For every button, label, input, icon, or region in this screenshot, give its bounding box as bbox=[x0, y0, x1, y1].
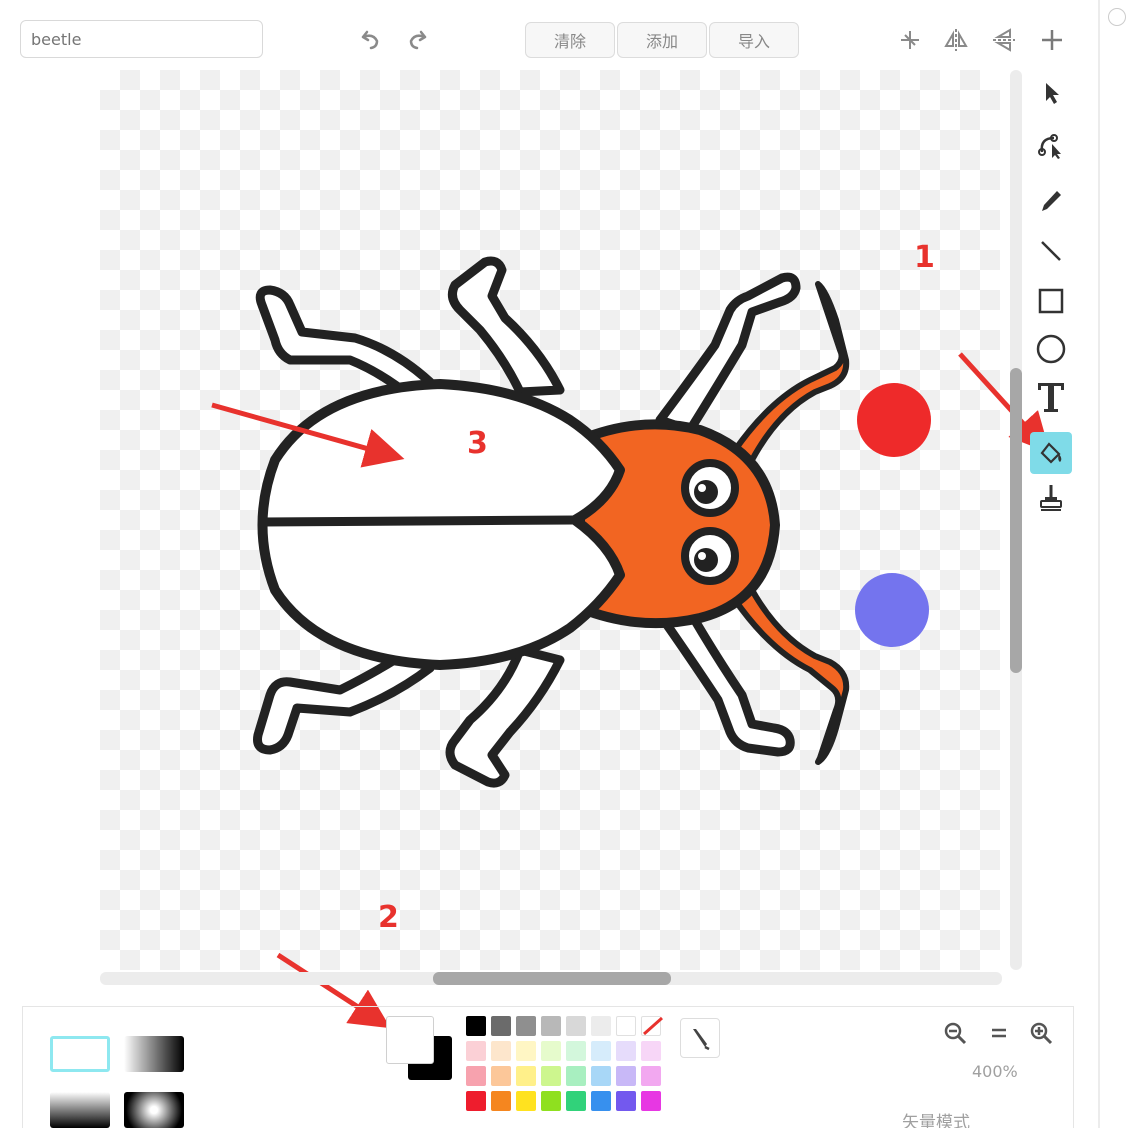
palette-swatch[interactable] bbox=[491, 1091, 511, 1111]
palette-swatch[interactable] bbox=[541, 1041, 561, 1061]
palette-swatch[interactable] bbox=[566, 1066, 586, 1086]
palette-swatch[interactable] bbox=[491, 1066, 511, 1086]
palette-swatch[interactable] bbox=[641, 1091, 661, 1111]
palette-swatch[interactable] bbox=[466, 1041, 486, 1061]
no-color-icon[interactable] bbox=[640, 1014, 666, 1038]
fill-gradient-radial-option[interactable] bbox=[124, 1092, 184, 1128]
palette-swatch[interactable] bbox=[566, 1016, 586, 1036]
paint-editor: 清除 添加 导入 bbox=[0, 0, 1132, 1128]
palette-swatch[interactable] bbox=[591, 1091, 611, 1111]
fill-gradient-vertical-option[interactable] bbox=[50, 1092, 110, 1128]
palette-swatch[interactable] bbox=[591, 1016, 611, 1036]
palette-swatch[interactable] bbox=[541, 1066, 561, 1086]
add-button[interactable]: 添加 bbox=[617, 22, 707, 58]
costume-name-input[interactable] bbox=[20, 20, 263, 58]
primary-color-swatch[interactable] bbox=[386, 1016, 434, 1064]
palette-swatch[interactable] bbox=[591, 1066, 611, 1086]
plus-icon[interactable] bbox=[1036, 24, 1068, 56]
text-icon[interactable] bbox=[1030, 376, 1072, 418]
annotation-label-3: 3 bbox=[467, 426, 488, 461]
palette-swatch[interactable] bbox=[466, 1091, 486, 1111]
palette-swatch[interactable] bbox=[616, 1066, 636, 1086]
palette-swatch[interactable] bbox=[541, 1091, 561, 1111]
drawing-canvas[interactable] bbox=[100, 70, 1000, 970]
annotation-label-2: 2 bbox=[378, 900, 399, 935]
zoom-in-icon[interactable] bbox=[1026, 1018, 1056, 1048]
palette-swatch[interactable] bbox=[541, 1016, 561, 1036]
ellipse-icon[interactable] bbox=[1030, 328, 1072, 370]
fill-gradient-horizontal-option[interactable] bbox=[124, 1036, 184, 1072]
horizontal-scrollbar-thumb[interactable] bbox=[433, 972, 671, 985]
palette-swatch[interactable] bbox=[491, 1016, 511, 1036]
annotation-label-1: 1 bbox=[914, 240, 935, 275]
fill-solid-option[interactable] bbox=[50, 1036, 110, 1072]
palette-swatch[interactable] bbox=[466, 1066, 486, 1086]
pencil-icon[interactable] bbox=[1030, 180, 1072, 222]
flip-horizontal-icon[interactable] bbox=[940, 24, 972, 56]
zoom-level-label: 400% bbox=[972, 1062, 1018, 1081]
palette-swatch[interactable] bbox=[516, 1066, 536, 1086]
palette-swatch[interactable] bbox=[566, 1041, 586, 1061]
zoom-reset-icon[interactable] bbox=[984, 1018, 1014, 1048]
palette-swatch[interactable] bbox=[566, 1091, 586, 1111]
palette-swatch[interactable] bbox=[516, 1091, 536, 1111]
palette-swatch[interactable] bbox=[591, 1041, 611, 1061]
palette-swatch[interactable] bbox=[641, 1066, 661, 1086]
palette-swatch[interactable] bbox=[616, 1091, 636, 1111]
panel-divider bbox=[1098, 0, 1100, 1128]
palette-swatch[interactable] bbox=[516, 1041, 536, 1061]
clear-button[interactable]: 清除 bbox=[525, 22, 615, 58]
undo-icon[interactable] bbox=[354, 24, 386, 56]
redo-icon[interactable] bbox=[402, 24, 434, 56]
rectangle-icon[interactable] bbox=[1030, 280, 1072, 322]
palette-swatch[interactable] bbox=[516, 1016, 536, 1036]
stamp-icon[interactable] bbox=[1030, 476, 1072, 518]
reshape-icon[interactable] bbox=[1030, 124, 1072, 166]
palette-swatch[interactable] bbox=[491, 1041, 511, 1061]
select-icon[interactable] bbox=[1030, 72, 1072, 114]
line-icon[interactable] bbox=[1030, 230, 1072, 272]
flip-vertical-icon[interactable] bbox=[988, 24, 1020, 56]
vertical-scrollbar-thumb[interactable] bbox=[1010, 368, 1022, 673]
zoom-out-icon[interactable] bbox=[940, 1018, 970, 1048]
vector-mode-label: 矢量模式 bbox=[902, 1113, 970, 1128]
help-icon[interactable] bbox=[1108, 8, 1126, 26]
palette-swatch[interactable] bbox=[616, 1016, 636, 1036]
set-costume-center-icon[interactable] bbox=[894, 24, 926, 56]
palette-swatch[interactable] bbox=[641, 1041, 661, 1061]
color-palette bbox=[466, 1016, 661, 1111]
palette-swatch[interactable] bbox=[616, 1041, 636, 1061]
palette-swatch[interactable] bbox=[466, 1016, 486, 1036]
import-button[interactable]: 导入 bbox=[709, 22, 799, 58]
fill-icon[interactable] bbox=[1030, 432, 1072, 474]
eyedropper-icon[interactable] bbox=[680, 1018, 720, 1058]
